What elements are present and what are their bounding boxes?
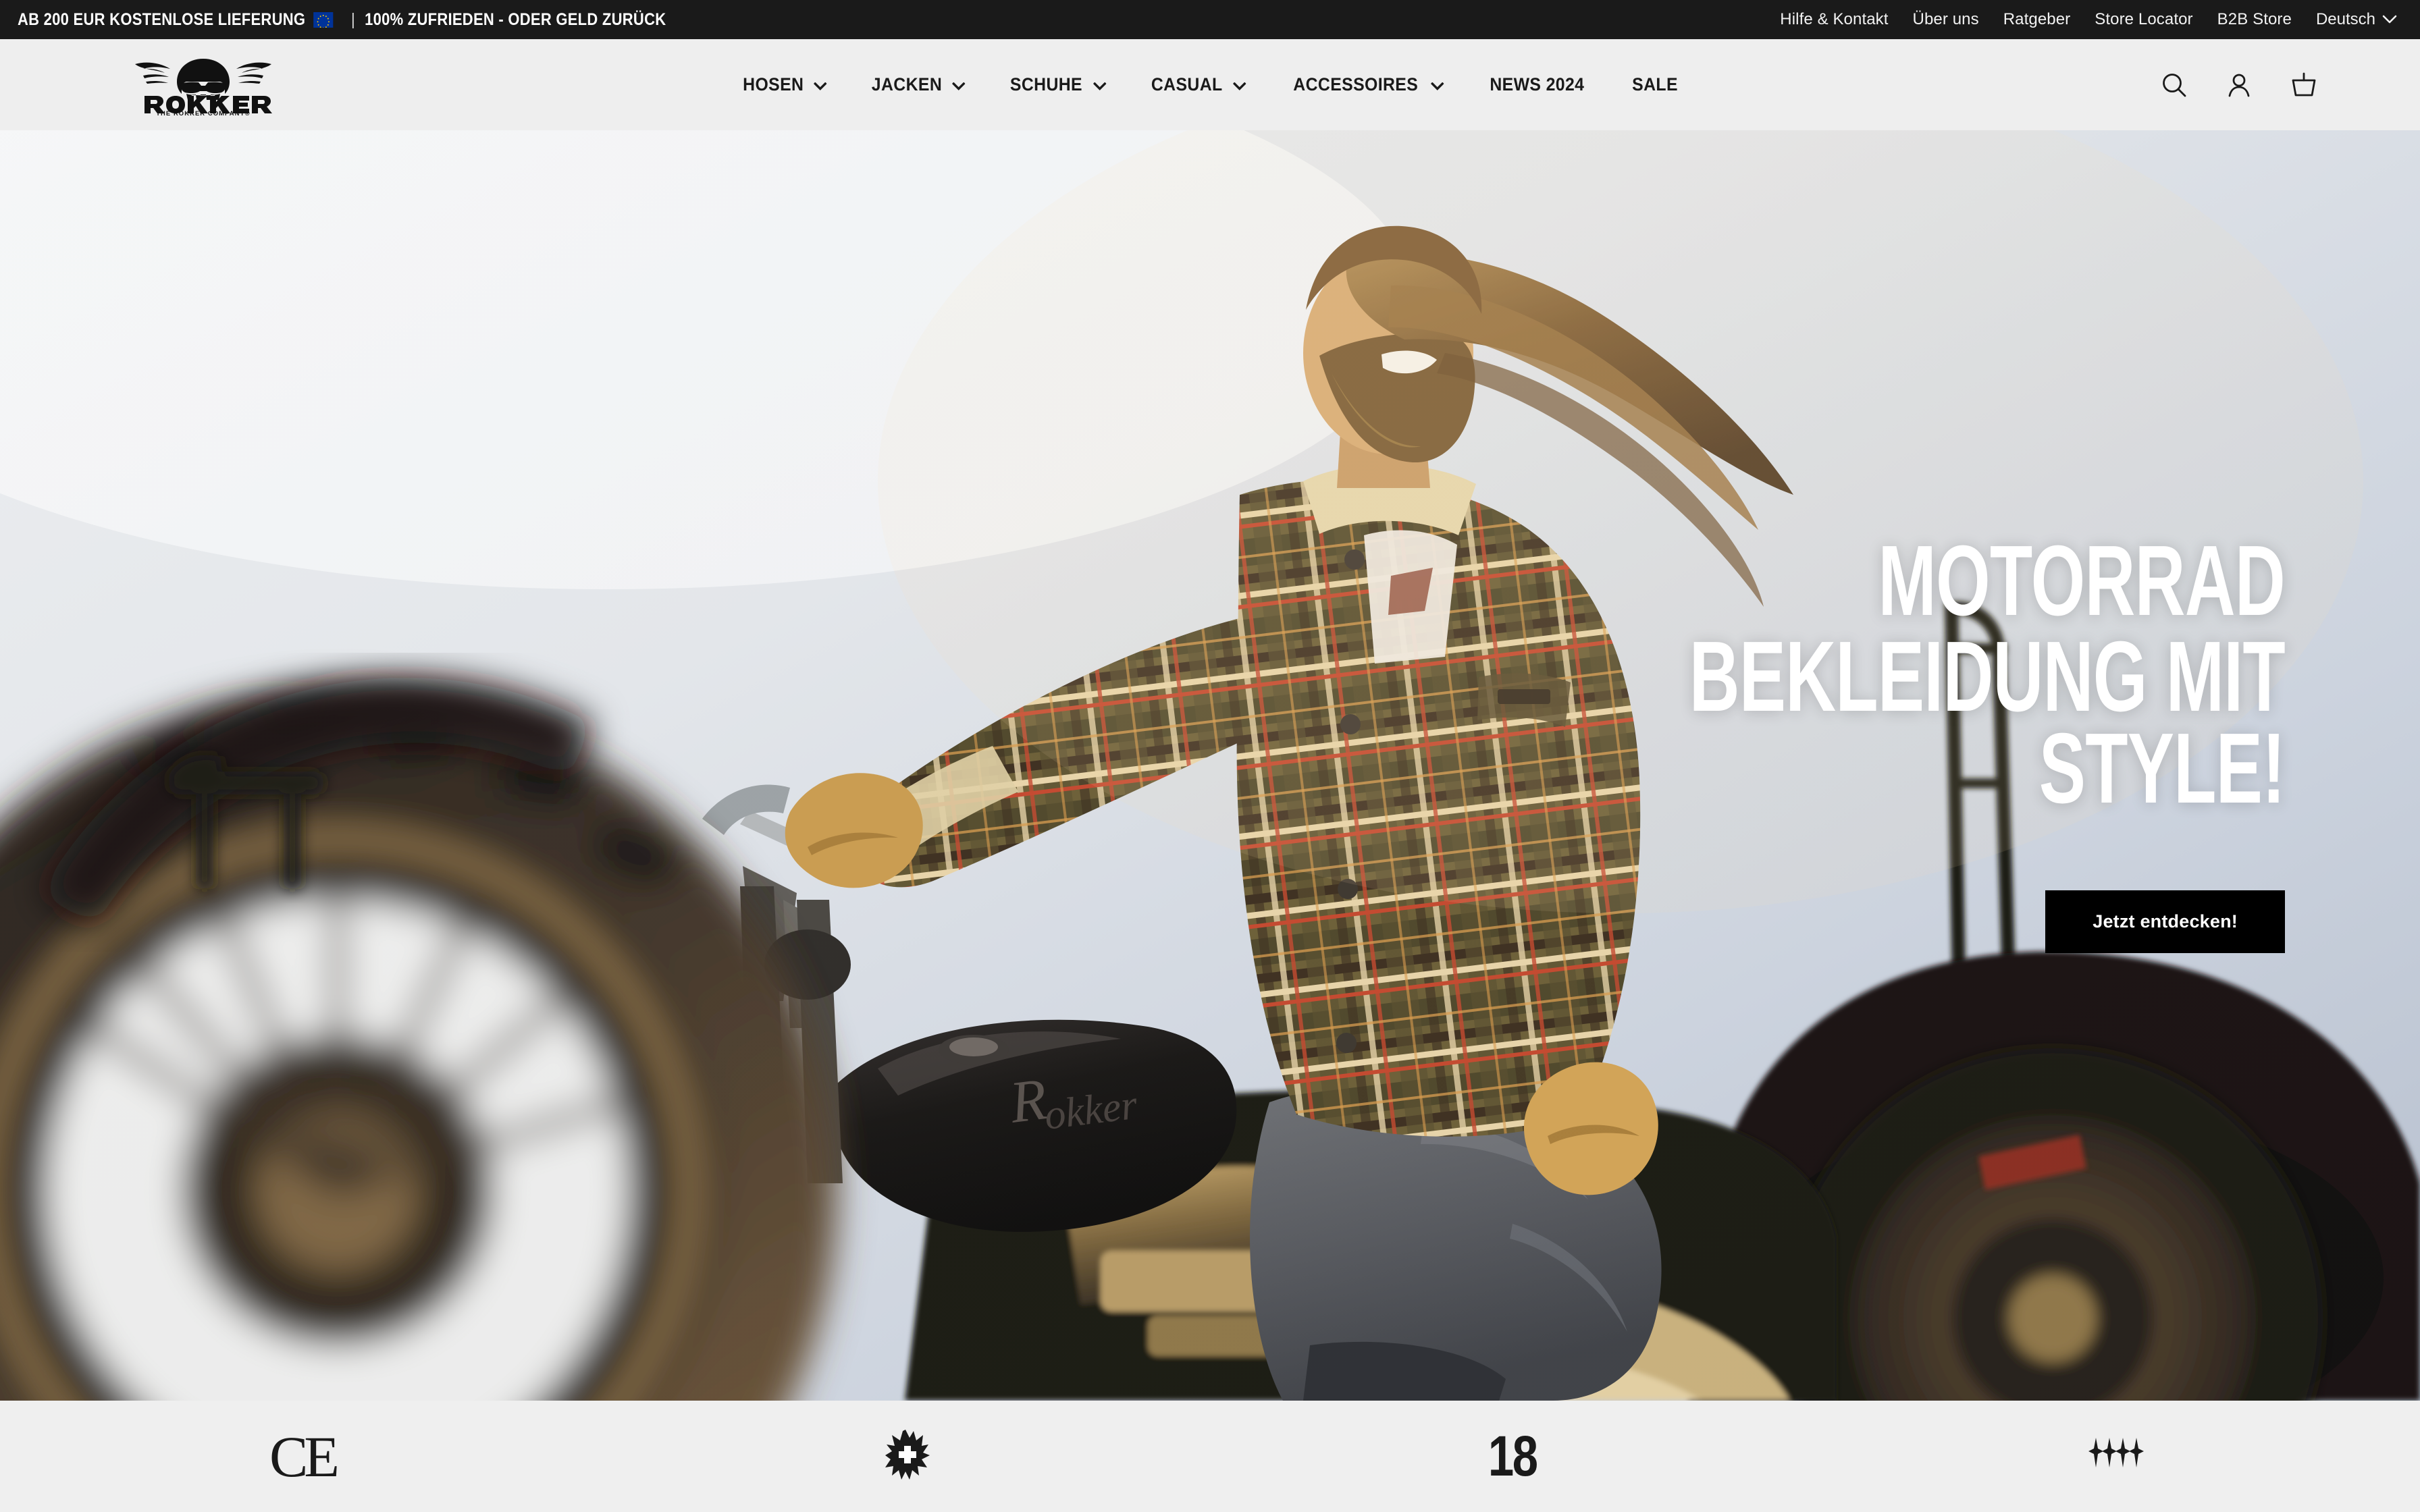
hero-headline-line1: MOTORRAD	[1878, 525, 2285, 637]
nav-item-label: CASUAL	[1151, 74, 1223, 94]
hero-headline: MOTORRAD BEKLEIDUNG MIT STYLE!	[1394, 525, 2286, 825]
trust-badge-strip: CE 18	[0, 1401, 2420, 1512]
nav-item-label: JACKEN	[871, 74, 943, 94]
chevron-down-icon	[1232, 74, 1246, 95]
svg-text:THE ROKKER COMPANY®: THE ROKKER COMPANY®	[156, 109, 251, 117]
chevron-down-icon	[1430, 74, 1444, 95]
cart-icon[interactable]	[2289, 70, 2319, 100]
site-logo[interactable]: THE ROKKER COMPANY®	[126, 53, 281, 117]
star-rating-icon	[2088, 1436, 2147, 1476]
chevron-down-icon	[2382, 10, 2397, 29]
hero-content: MOTORRAD BEKLEIDUNG MIT STYLE! Jetzt ent…	[1394, 525, 2286, 954]
nav-item-sale[interactable]: SALE	[1609, 74, 1701, 95]
chevron-down-icon	[1093, 74, 1107, 95]
eu-flag-icon	[313, 11, 334, 28]
trust-badge-swiss	[605, 1401, 1210, 1512]
trust-badge-ce: CE	[0, 1401, 605, 1512]
nav-item-label: HOSEN	[743, 74, 804, 94]
utility-link-store-locator[interactable]: Store Locator	[2082, 10, 2205, 29]
nav-item-label: NEWS 2024	[1490, 74, 1585, 94]
announcement-messages: AB 200 EUR KOSTENLOSE LIEFERUNG | 100% Z…	[18, 10, 666, 30]
nav-item-jacken[interactable]: JACKEN	[847, 74, 986, 95]
nav-item-casual[interactable]: CASUAL	[1127, 74, 1267, 95]
trust-badge-age-18: 18	[1210, 1401, 1815, 1512]
nav-item-label: ACCESSOIRES	[1293, 74, 1418, 94]
swiss-cross-icon	[885, 1428, 930, 1484]
age-18-icon: 18	[1488, 1424, 1538, 1488]
announcement-separator: |	[351, 9, 355, 29]
chevron-down-icon	[952, 74, 966, 95]
trust-badge-rating	[1815, 1401, 2420, 1512]
hero-banner: R okker MOTORRAD BEKLEIDUNG MIT STYLE! J…	[0, 130, 2420, 1401]
main-navigation: HOSEN JACKEN SCHUHE CASUAL ACCESSOIRES N…	[719, 74, 1701, 95]
rokker-logo-svg: THE ROKKER COMPANY®	[135, 58, 272, 117]
nav-item-news-2024[interactable]: NEWS 2024	[1465, 74, 1609, 95]
nav-item-schuhe[interactable]: SCHUHE	[987, 74, 1127, 95]
nav-item-hosen[interactable]: HOSEN	[719, 74, 847, 95]
account-icon[interactable]	[2224, 70, 2254, 100]
utility-nav: Hilfe & Kontakt Über uns Ratgeber Store …	[1768, 10, 2400, 29]
language-selector[interactable]: Deutsch	[2304, 10, 2400, 29]
ce-mark-icon: CE	[269, 1424, 340, 1489]
utility-link-hilfe-kontakt[interactable]: Hilfe & Kontakt	[1768, 10, 1900, 29]
search-icon[interactable]	[2159, 70, 2189, 100]
header-actions	[2159, 70, 2319, 100]
nav-item-label: SALE	[1632, 74, 1678, 94]
utility-link-ratgeber[interactable]: Ratgeber	[1991, 10, 2083, 29]
announcement-bar: AB 200 EUR KOSTENLOSE LIEFERUNG | 100% Z…	[0, 0, 2420, 39]
utility-link-b2b-store[interactable]: B2B Store	[2205, 10, 2304, 29]
utility-link-ueber-uns[interactable]: Über uns	[1901, 10, 1991, 29]
site-header: THE ROKKER COMPANY® HOSEN JACKEN SCHUHE …	[0, 39, 2420, 130]
hero-cta-button[interactable]: Jetzt entdecken!	[2045, 890, 2285, 954]
language-selector-value: Deutsch	[2315, 10, 2375, 28]
guarantee-text: 100% ZUFRIEDEN - ODER GELD ZURÜCK	[365, 9, 666, 29]
chevron-down-icon	[813, 74, 827, 95]
nav-item-label: SCHUHE	[1010, 74, 1083, 94]
free-shipping-text: AB 200 EUR KOSTENLOSE LIEFERUNG	[18, 9, 306, 29]
hero-headline-line2: BEKLEIDUNG MIT STYLE!	[1689, 621, 2286, 825]
nav-item-accessoires[interactable]: ACCESSOIRES	[1267, 74, 1465, 95]
